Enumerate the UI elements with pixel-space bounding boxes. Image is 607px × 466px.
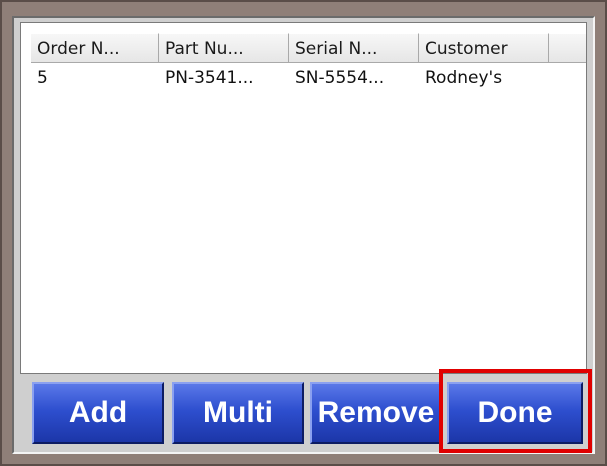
cell-order-number: 5: [37, 68, 48, 88]
column-header-part-number[interactable]: Part Nu...: [159, 33, 289, 63]
multi-button[interactable]: Multi: [172, 382, 304, 444]
add-button[interactable]: Add: [32, 382, 164, 444]
orders-list[interactable]: Order N... Part Nu... Serial N... Custom…: [20, 22, 587, 374]
cell-serial-number: SN-5554...: [295, 68, 385, 88]
cell-customer: Rodney's: [425, 68, 503, 88]
done-button[interactable]: Done: [447, 382, 583, 444]
column-header-customer[interactable]: Customer: [419, 33, 549, 63]
table-row[interactable]: 5 PN-3541... SN-5554... Rodney's: [31, 65, 586, 93]
remove-button[interactable]: Remove: [310, 382, 442, 444]
cell-part-number: PN-3541...: [165, 68, 254, 88]
column-header-serial-number[interactable]: Serial N...: [289, 33, 419, 63]
column-header-filler: [549, 33, 586, 63]
column-header-order-number[interactable]: Order N...: [31, 33, 159, 63]
list-header: Order N... Part Nu... Serial N... Custom…: [31, 33, 586, 63]
